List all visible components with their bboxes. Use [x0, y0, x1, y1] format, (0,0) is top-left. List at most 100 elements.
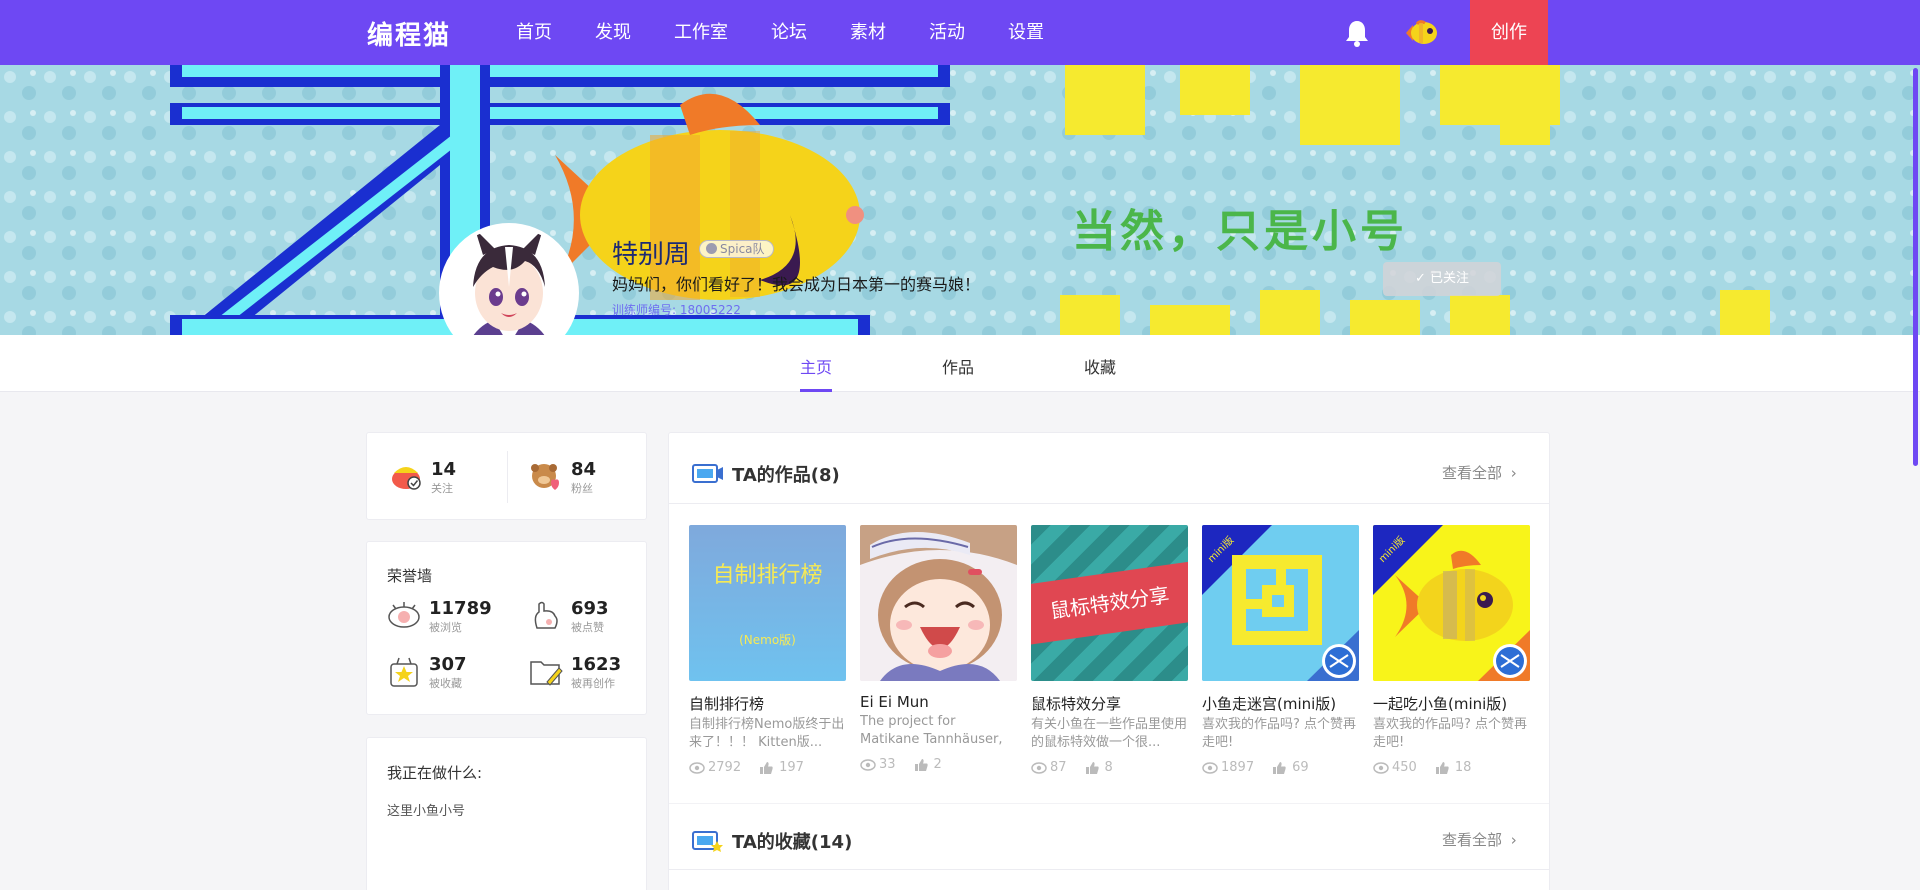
work-title[interactable]: 鼠标特效分享 [1031, 693, 1188, 714]
work-card[interactable]: mini版 小鱼走迷宫(mini版) 喜欢我的作品吗? 点个赞再走吧! 1897… [1202, 525, 1359, 775]
work-views: 2792 [708, 760, 742, 775]
likes-stat: 693 被点赞 [529, 598, 639, 634]
work-card[interactable]: mini版 一起吃小鱼(mini版) 喜欢我的作品吗? 点个赞再走吧! 450 … [1373, 525, 1530, 775]
nav-materials[interactable]: 素材 [850, 0, 886, 65]
profile-tabs: 主页 作品 收藏 [0, 335, 1920, 392]
work-likes: 18 [1454, 760, 1472, 775]
work-title[interactable]: 一起吃小鱼(mini版) [1373, 693, 1530, 714]
thumbs-up-icon [1273, 761, 1286, 774]
following-icon [392, 467, 421, 490]
work-views: 1897 [1221, 760, 1255, 775]
work-views: 87 [1050, 760, 1067, 775]
trainer-id: 训练师编号: 18005222 [612, 303, 741, 317]
fans-count: 84 [571, 459, 597, 480]
fans-label: 粉丝 [571, 482, 593, 495]
work-likes: 2 [933, 757, 942, 772]
nav-settings[interactable]: 设置 [1008, 0, 1044, 65]
work-thumbnail[interactable]: 自制排行榜 (Nemo版) [689, 525, 846, 681]
favorites-view-all-link[interactable]: 查看全部 › [1442, 829, 1517, 850]
thumbs-up-icon [1085, 761, 1099, 774]
work-stats: 2792 197 [689, 760, 846, 775]
works-divider [669, 503, 1549, 504]
following-label: 关注 [431, 482, 453, 495]
works-section-icon [692, 464, 723, 483]
follow-button[interactable]: ✓ 已关注 [1383, 262, 1501, 296]
remix-stat: 1623 被再创作 [529, 654, 639, 690]
eye-icon [1373, 761, 1389, 774]
work-description: 喜欢我的作品吗? 点个赞再走吧! [1202, 717, 1357, 750]
work-description: 有关小鱼在一些作品里使用的鼠标特效做一个很... [1031, 717, 1188, 750]
nav-home[interactable]: 首页 [516, 0, 552, 65]
user-avatar-icon[interactable] [1403, 16, 1441, 50]
following-count: 14 [431, 459, 457, 480]
collected-stat: 307 被收藏 [387, 654, 507, 690]
work-title[interactable]: 自制排行榜 [689, 693, 846, 714]
works-section-title: TA的作品(8) [732, 465, 840, 486]
tab-works[interactable]: 作品 [942, 354, 974, 378]
bell-icon[interactable] [1343, 18, 1371, 48]
remix-count: 1623 [571, 654, 622, 675]
views-stat: 11789 被浏览 [387, 598, 507, 634]
chevron-right-icon: › [1510, 464, 1517, 482]
favorites-top-divider [669, 803, 1549, 804]
work-thumbnail[interactable] [860, 525, 1017, 681]
favorites-section-title: TA的收藏(14) [732, 832, 853, 853]
star-box-icon [390, 657, 418, 687]
nav-discover[interactable]: 发现 [595, 0, 631, 65]
team-badge: Spica队 [699, 240, 774, 258]
team-badge-label: Spica队 [720, 242, 765, 256]
honor-wall-title: 荣誉墙 [387, 567, 433, 585]
work-thumbnail[interactable]: mini版 [1373, 525, 1530, 681]
work-likes: 8 [1104, 760, 1113, 775]
fans-icon [531, 464, 559, 490]
thumb-subtitle: (Nemo版) [739, 633, 796, 647]
social-card: 14 关注 84 粉丝 [366, 432, 647, 520]
work-card[interactable]: 自制排行榜 (Nemo版) 自制排行榜 自制排行榜Nemo版终于出来了！！！ K… [689, 525, 846, 775]
collected-label: 被收藏 [429, 677, 462, 690]
logo[interactable]: 编程猫 [367, 15, 451, 52]
work-title[interactable]: 小鱼走迷宫(mini版) [1202, 693, 1359, 714]
works-view-all-label: 查看全部 [1442, 464, 1503, 482]
thumbs-up-icon [760, 761, 773, 774]
main-nav: 首页 发现 工作室 论坛 素材 活动 设置 [516, 0, 1087, 65]
favorites-divider [669, 869, 1549, 870]
nav-forum[interactable]: 论坛 [771, 0, 807, 65]
eye-icon [1202, 761, 1218, 774]
work-description: The project for Matikane Tannhäuser, the… [860, 714, 1003, 747]
folder-pencil-icon [530, 661, 563, 686]
profile-motto: 妈妈们，你们看好了！我会成为日本第一的赛马娘！ [612, 275, 981, 294]
doing-text: 这里小鱼小号 [387, 804, 466, 819]
favorites-view-all-label: 查看全部 [1442, 831, 1503, 849]
page-scrollbar[interactable] [1913, 68, 1918, 466]
works-view-all-link[interactable]: 查看全部 › [1442, 462, 1517, 483]
work-likes: 69 [1292, 760, 1309, 775]
views-count: 11789 [429, 598, 492, 619]
work-title[interactable]: Ei Ei Mun [860, 693, 1017, 711]
eye-icon [388, 602, 420, 628]
honor-wall-card: 荣誉墙 11789 被浏览 693 被点赞 307 被收藏 1623 被再创作 [366, 541, 647, 715]
work-views: 450 [1392, 760, 1417, 775]
work-card[interactable]: Ei Ei Mun The project for Matikane Tannh… [860, 525, 1017, 772]
nav-events[interactable]: 活动 [929, 0, 965, 65]
create-button[interactable]: 创作 [1470, 0, 1548, 65]
badge-icon [706, 243, 717, 254]
tab-home[interactable]: 主页 [800, 354, 832, 378]
nav-studio[interactable]: 工作室 [674, 0, 728, 65]
work-likes: 197 [779, 760, 804, 775]
thumbs-up-icon [1435, 761, 1449, 774]
tab-favorites[interactable]: 收藏 [1084, 354, 1116, 378]
thumbs-up-icon [914, 758, 928, 771]
likes-label: 被点赞 [571, 621, 604, 634]
work-card[interactable]: 鼠标特效分享 鼠标特效分享 有关小鱼在一些作品里使用的鼠标特效做一个很... 8… [1031, 525, 1188, 775]
eye-icon [689, 761, 705, 774]
favorites-section-icon [692, 831, 723, 852]
work-thumbnail[interactable]: 鼠标特效分享 [1031, 525, 1188, 681]
following-stat[interactable]: 14 关注 [389, 459, 489, 495]
doing-card: 我正在做什么: 这里小鱼小号 [366, 737, 647, 890]
eye-icon [1031, 761, 1047, 774]
remix-label: 被再创作 [571, 677, 615, 690]
fans-stat[interactable]: 84 粉丝 [529, 459, 629, 495]
eye-icon [860, 758, 876, 771]
work-thumbnail[interactable]: mini版 [1202, 525, 1359, 681]
views-label: 被浏览 [429, 621, 462, 634]
